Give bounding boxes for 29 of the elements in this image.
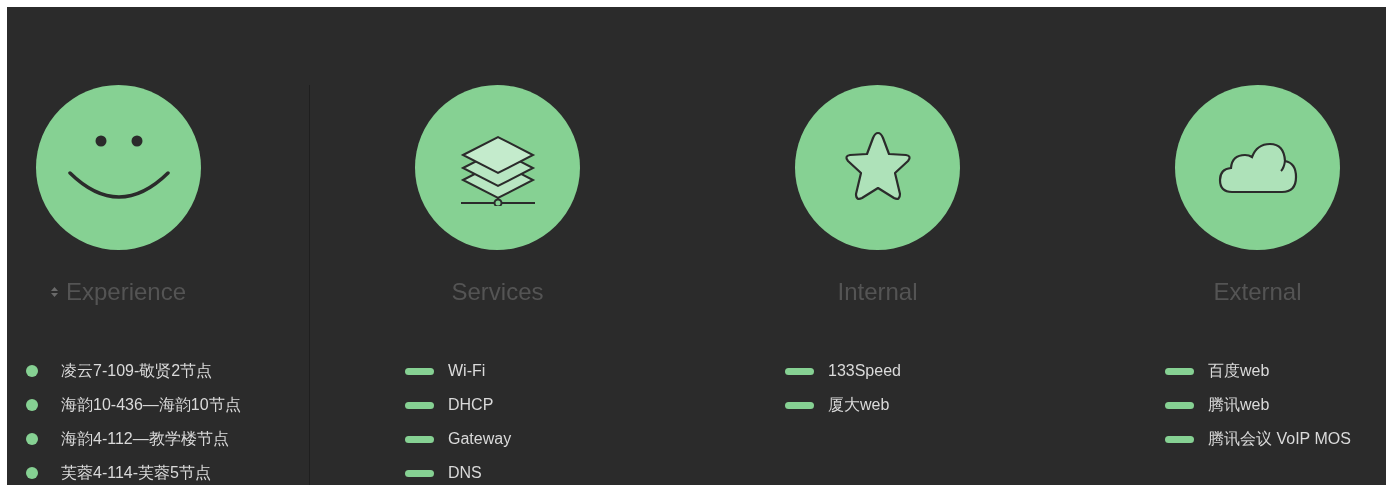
- cloud-icon: [1217, 140, 1298, 195]
- item-label: 凌云7-109-敬贤2节点: [61, 361, 213, 381]
- status-bar: [405, 435, 434, 443]
- status-dot: [26, 433, 38, 445]
- item-label: 百度web: [1208, 361, 1270, 381]
- status-bar: [1165, 401, 1194, 409]
- status-bar: [405, 401, 434, 409]
- item-label: Gateway: [448, 429, 512, 449]
- status-bar: [785, 401, 814, 409]
- item-label: DHCP: [448, 395, 494, 415]
- item-label: Wi-Fi: [448, 361, 486, 381]
- item-label: 海韵4-112—教学楼节点: [61, 429, 229, 449]
- status-bar: [405, 367, 434, 375]
- status-bar: [1165, 435, 1194, 443]
- status-bar: [1165, 367, 1194, 375]
- smiley-icon: [66, 134, 171, 201]
- status-bar: [405, 469, 434, 477]
- item-label: 腾讯会议 VoIP MOS: [1208, 429, 1351, 449]
- status-dot: [26, 399, 38, 411]
- item-label: 海韵10-436—海韵10节点: [61, 395, 241, 415]
- item-label: 厦大web: [828, 395, 890, 415]
- sort-icon[interactable]: [50, 287, 58, 297]
- status-dot: [26, 467, 38, 479]
- item-label: 腾讯web: [1208, 395, 1270, 415]
- item-label: 芙蓉4-114-芙蓉5节点: [61, 463, 211, 483]
- item-label: DNS: [448, 463, 482, 483]
- status-dot: [26, 365, 38, 377]
- item-label: 133Speed: [828, 361, 901, 381]
- status-bar: [785, 367, 814, 375]
